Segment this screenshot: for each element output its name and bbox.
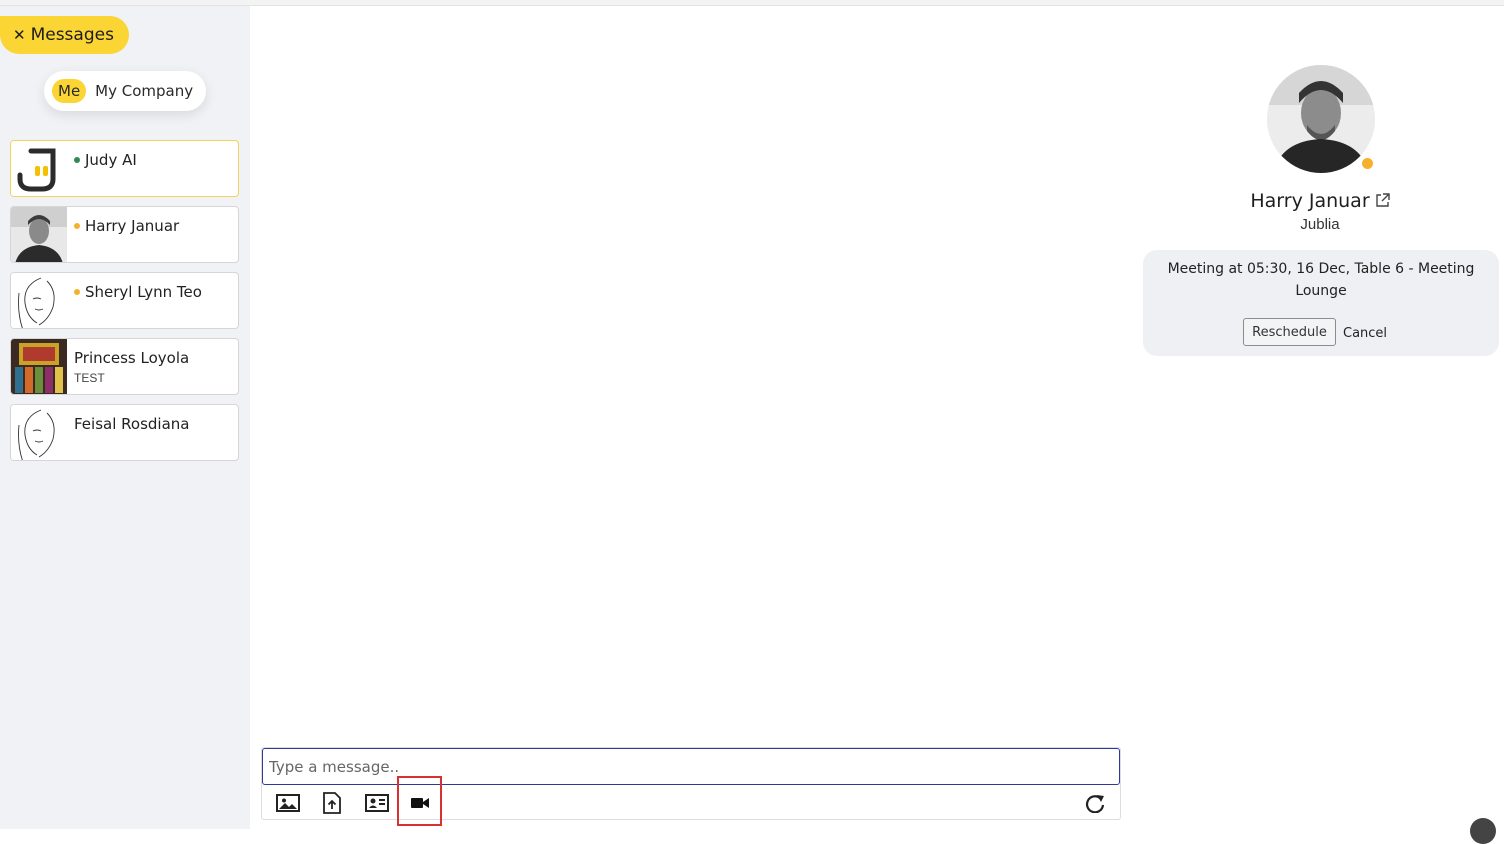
sidebar: ✕ Messages Me My Company Judy AI Harry J… <box>0 6 250 829</box>
messages-label: Messages <box>30 25 114 45</box>
meeting-details: Meeting at 05:30, 16 Dec, Table 6 - Meet… <box>1167 261 1475 299</box>
contact-judy-ai[interactable]: Judy AI <box>10 140 239 197</box>
meeting-card: Meeting at 05:30, 16 Dec, Table 6 - Meet… <box>1143 250 1499 356</box>
line-art-face-avatar <box>11 273 67 328</box>
highlight-box <box>397 776 442 826</box>
harry-photo-avatar <box>11 207 67 262</box>
line-art-face-avatar <box>11 405 67 460</box>
image-icon[interactable] <box>272 789 304 817</box>
contact-list: Judy AI Harry Januar Sheryl Lynn Teo Pri… <box>10 140 240 470</box>
reschedule-button[interactable]: Reschedule <box>1243 318 1336 346</box>
view-switch: Me My Company <box>44 71 206 111</box>
contact-name: Feisal Rosdiana <box>74 415 190 433</box>
profile-avatar <box>1267 65 1375 173</box>
contact-subtitle: TEST <box>74 371 105 385</box>
tab-my-company[interactable]: My Company <box>95 82 193 100</box>
contact-princess-loyola[interactable]: Princess Loyola TEST <box>10 338 239 395</box>
message-input[interactable] <box>262 748 1120 785</box>
profile-status-dot <box>1360 156 1375 171</box>
floating-widget-icon[interactable] <box>1470 818 1496 844</box>
cancel-button[interactable]: Cancel <box>1343 326 1387 341</box>
profile-name: Harry Januar <box>1250 190 1370 212</box>
close-icon: ✕ <box>13 26 26 44</box>
contact-harry-januar[interactable]: Harry Januar <box>10 206 239 263</box>
contact-name: Sheryl Lynn Teo <box>85 283 202 301</box>
profile-company: Jublia <box>1300 216 1340 233</box>
close-messages-button[interactable]: ✕ Messages <box>0 16 129 54</box>
online-status-dot <box>74 157 80 163</box>
external-link-icon[interactable] <box>1375 191 1390 213</box>
refresh-icon[interactable] <box>1080 789 1112 817</box>
upload-file-icon[interactable] <box>316 789 348 817</box>
contact-card-icon[interactable] <box>361 789 393 817</box>
contact-feisal-rosdiana[interactable]: Feisal Rosdiana <box>10 404 239 461</box>
away-status-dot <box>74 223 80 229</box>
away-status-dot <box>74 289 80 295</box>
judy-logo-icon <box>11 141 67 196</box>
message-composer <box>261 747 1121 820</box>
contact-sheryl-lynn-teo[interactable]: Sheryl Lynn Teo <box>10 272 239 329</box>
painting-avatar <box>11 339 67 394</box>
contact-name: Princess Loyola <box>74 349 190 367</box>
contact-name: Judy AI <box>85 151 137 169</box>
tab-me[interactable]: Me <box>52 79 87 103</box>
contact-name: Harry Januar <box>85 217 180 235</box>
